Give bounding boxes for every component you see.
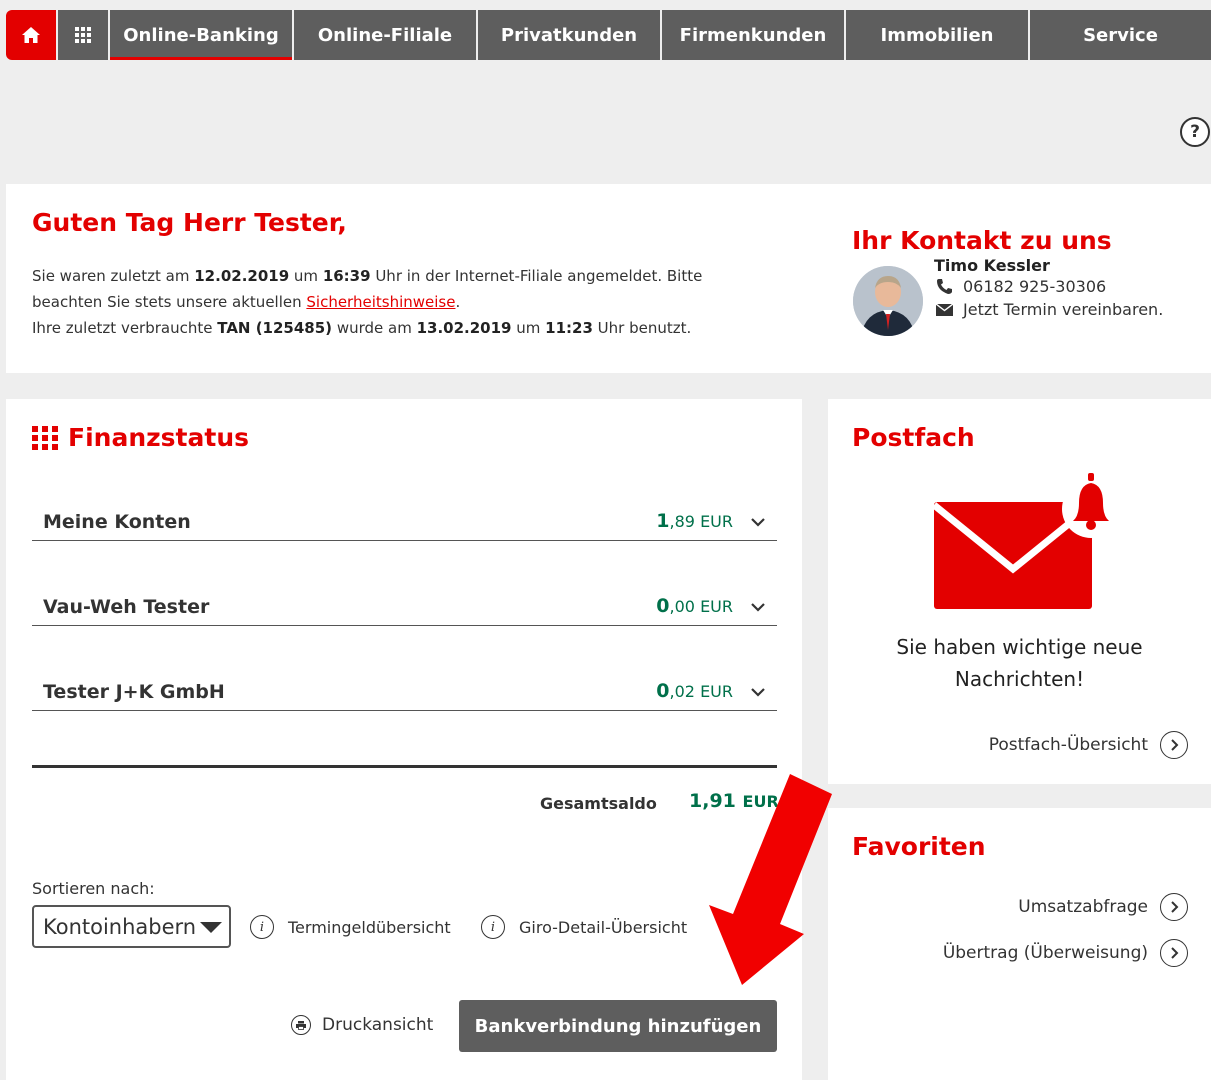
giro-detail-link[interactable]: i Giro-Detail-Übersicht: [481, 915, 687, 939]
chevron-right-icon: [1160, 939, 1188, 967]
greeting: Guten Tag Herr Tester,: [32, 208, 347, 237]
security-link[interactable]: Sicherheitshinweise: [306, 293, 455, 311]
contact-phone[interactable]: 06182 925-30306: [936, 277, 1106, 296]
main-navigation: Online-Banking Online-Filiale Privatkund…: [6, 10, 1211, 60]
account-name: Meine Konten: [43, 511, 191, 533]
account-balance: 0,02 EUR: [656, 680, 733, 702]
home-icon: [22, 27, 40, 43]
postfach-message: Sie haben wichtige neue Nachrichten!: [896, 635, 1143, 691]
caret-down-icon: [200, 922, 222, 933]
account-row[interactable]: Tester J+K GmbH 0,02 EUR: [32, 663, 777, 711]
apps-grid-button[interactable]: [58, 10, 108, 60]
nav-online-filiale[interactable]: Online-Filiale: [294, 10, 476, 60]
favorite-item-uebertrag[interactable]: Übertrag (Überweisung): [943, 939, 1188, 967]
home-button[interactable]: [6, 10, 56, 60]
sort-select[interactable]: Kontoinhabern: [32, 905, 231, 948]
chevron-right-icon: [1160, 731, 1188, 759]
add-bank-connection-button[interactable]: Bankverbindung hinzufügen: [459, 1000, 777, 1052]
info-icon: i: [481, 915, 505, 939]
phone-icon: [937, 279, 952, 294]
contact-title: Ihr Kontakt zu uns: [852, 226, 1112, 255]
avatar: [853, 266, 923, 336]
postfach-title: Postfach: [852, 423, 975, 452]
total-divider: [32, 765, 777, 768]
account-name: Tester J+K GmbH: [43, 681, 225, 703]
contact-name: Timo Kessler: [934, 256, 1050, 275]
grid-icon: [32, 425, 58, 450]
print-view-link[interactable]: Druckansicht: [291, 1015, 433, 1035]
login-info: Sie waren zuletzt am 12.02.2019 um 16:39…: [32, 267, 703, 337]
finanzstatus-title: Finanzstatus: [32, 423, 249, 452]
nav-immobilien[interactable]: Immobilien: [846, 10, 1028, 60]
chevron-down-icon[interactable]: [751, 688, 765, 697]
mail-notification-icon: [932, 473, 1120, 609]
account-name: Vau-Weh Tester: [43, 596, 210, 618]
nav-service[interactable]: Service: [1030, 10, 1211, 60]
favorite-item-umsatzabfrage[interactable]: Umsatzabfrage: [1018, 893, 1188, 921]
chevron-down-icon[interactable]: [751, 518, 765, 527]
help-icon[interactable]: ?: [1180, 117, 1210, 147]
termingeld-link[interactable]: i Termingeldübersicht: [250, 915, 451, 939]
appointment-link[interactable]: Jetzt Termin vereinbaren.: [936, 300, 1163, 319]
printer-icon: [291, 1015, 311, 1035]
grid-icon: [75, 27, 91, 43]
welcome-panel: Guten Tag Herr Tester, Sie waren zuletzt…: [6, 184, 1211, 373]
favoriten-title: Favoriten: [852, 832, 986, 861]
chevron-down-icon[interactable]: [751, 603, 765, 612]
finanzstatus-panel: Finanzstatus Meine Konten 1,89 EUR Vau-W…: [6, 399, 802, 1080]
nav-privatkunden[interactable]: Privatkunden: [478, 10, 660, 60]
sort-label: Sortieren nach:: [32, 879, 155, 898]
chevron-right-icon: [1160, 893, 1188, 921]
account-row[interactable]: Vau-Weh Tester 0,00 EUR: [32, 578, 777, 626]
mail-icon: [936, 303, 953, 316]
nav-firmenkunden[interactable]: Firmenkunden: [662, 10, 844, 60]
info-icon: i: [250, 915, 274, 939]
total-balance: 1,91 EUR: [689, 790, 779, 812]
favoriten-panel: Favoriten Umsatzabfrage Übertrag (Überwe…: [828, 808, 1211, 1080]
account-balance: 1,89 EUR: [656, 510, 733, 532]
nav-online-banking[interactable]: Online-Banking: [110, 10, 292, 60]
postfach-panel: Postfach Sie haben wichtige neue Nachric…: [828, 399, 1211, 784]
postfach-overview-link[interactable]: Postfach-Übersicht: [989, 731, 1188, 759]
total-label: Gesamtsaldo: [540, 794, 657, 813]
account-balance: 0,00 EUR: [656, 595, 733, 617]
account-row[interactable]: Meine Konten 1,89 EUR: [32, 493, 777, 541]
